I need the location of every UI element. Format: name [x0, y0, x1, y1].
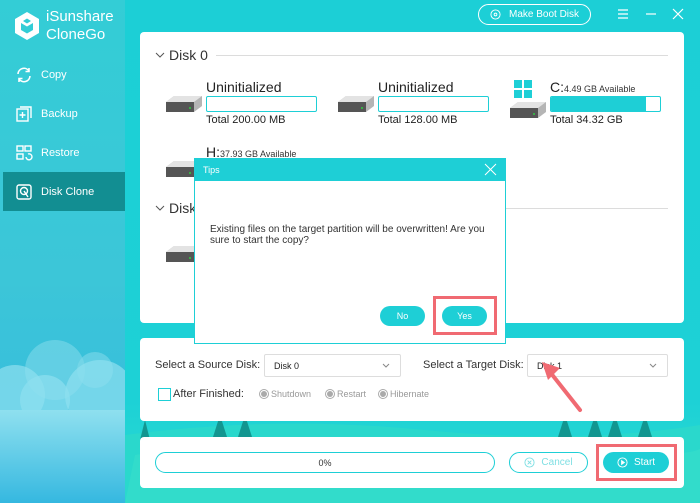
disc-icon: [490, 9, 501, 20]
partition-label: C:4.49 GB Available: [550, 79, 635, 95]
options-panel: [140, 338, 684, 421]
divider: [215, 54, 668, 56]
app-name: iSunshare CloneGo: [46, 8, 114, 44]
app-logo: iSunshare CloneGo: [14, 8, 114, 44]
radio-restart[interactable]: Restart: [325, 389, 366, 399]
copy-icon: [17, 67, 31, 82]
partition-total: Total 128.00 MB: [378, 114, 458, 126]
radio-label: Hibernate: [390, 389, 430, 399]
sidebar-nav: Copy Backup Restore Disk Clone: [0, 55, 125, 211]
radio-label: Restart: [337, 389, 367, 399]
radio-label: Shutdown: [271, 389, 312, 399]
partition-label: Uninitialized: [378, 79, 454, 95]
hard-drive-icon: [338, 96, 374, 112]
app-name-line2: CloneGo: [46, 26, 106, 43]
close-icon[interactable]: [484, 163, 497, 176]
partition-label: Uninitialized: [206, 79, 282, 95]
radio-circle-icon: [259, 389, 269, 399]
after-finished-label: After Finished:: [173, 388, 244, 400]
close-icon[interactable]: [670, 6, 686, 22]
clouds-decoration: [0, 340, 125, 503]
after-finished-checkbox[interactable]: [158, 388, 171, 401]
play-icon: [617, 457, 628, 468]
sidebar-item-label: Copy: [41, 68, 67, 81]
radio-circle-icon: [325, 389, 335, 399]
cancel-button[interactable]: Cancel: [509, 452, 588, 473]
hard-drive-icon: [166, 96, 202, 112]
logo-icon: [15, 12, 39, 40]
no-button[interactable]: No: [380, 306, 425, 326]
sidebar-item-restore[interactable]: Restore: [0, 133, 125, 172]
available-space: 4.49 GB Available: [564, 84, 636, 94]
chevron-down-icon: [382, 363, 390, 368]
target-disk-label: Select a Target Disk:: [423, 359, 524, 371]
sidebar-item-copy[interactable]: Copy: [0, 55, 125, 94]
progress-label: 0%: [318, 457, 332, 468]
windows-icon: [514, 80, 532, 98]
backup-icon: [16, 105, 32, 122]
sidebar-item-label: Disk Clone: [41, 185, 95, 198]
partition-total: Total 200.00 MB: [206, 114, 286, 126]
dialog-title: Tips: [203, 165, 220, 175]
target-disk-value: Disk 1: [537, 360, 563, 371]
make-boot-disk-label: Make Boot Disk: [508, 9, 580, 20]
make-boot-disk-button[interactable]: Make Boot Disk: [478, 4, 591, 25]
cancel-label: Cancel: [541, 457, 573, 468]
source-disk-value: Disk 0: [274, 360, 300, 371]
partition-usage-bar[interactable]: [206, 96, 317, 112]
dialog-titlebar: Tips: [195, 159, 505, 181]
yes-button[interactable]: Yes: [442, 306, 487, 326]
cancel-circle-icon: [524, 457, 535, 468]
sidebar-item-disk-clone[interactable]: Disk Clone: [3, 172, 125, 211]
usage-fill: [551, 97, 646, 111]
target-disk-select[interactable]: Disk 1: [527, 354, 668, 377]
disk-clone-icon: [16, 183, 32, 200]
radio-circle-icon: [378, 389, 388, 399]
disk-0-title: Disk 0: [169, 47, 208, 63]
sidebar-item-label: Backup: [41, 107, 78, 120]
start-button[interactable]: Start: [603, 452, 669, 473]
partition-usage-bar[interactable]: [550, 96, 661, 112]
start-label: Start: [633, 457, 656, 468]
partition-usage-bar[interactable]: [378, 96, 489, 112]
sidebar: iSunshare CloneGo Copy Backup Restore Di…: [0, 0, 125, 503]
hard-drive-icon: [510, 102, 546, 118]
minimize-icon[interactable]: [643, 6, 659, 22]
chevron-down-icon: [155, 205, 165, 211]
sidebar-item-backup[interactable]: Backup: [0, 94, 125, 133]
app-name-line1: iSunshare: [46, 8, 114, 25]
partition-total: Total 34.32 GB: [550, 114, 623, 126]
source-disk-label: Select a Source Disk:: [155, 359, 261, 371]
tips-dialog: Tips Existing files on the target partit…: [194, 158, 506, 344]
sidebar-item-label: Restore: [41, 146, 80, 159]
radio-shutdown[interactable]: Shutdown: [259, 389, 311, 399]
menu-icon[interactable]: [615, 6, 631, 22]
disk-0-header[interactable]: Disk 0: [155, 47, 668, 63]
restore-icon: [16, 144, 33, 160]
chevron-down-icon: [155, 52, 165, 58]
disk-1-title: Disk: [169, 200, 197, 216]
chevron-down-icon: [649, 363, 657, 368]
progress-bar: 0%: [155, 452, 495, 473]
drive-letter: C:: [550, 79, 564, 95]
source-disk-select[interactable]: Disk 0: [264, 354, 401, 377]
radio-hibernate[interactable]: Hibernate: [378, 389, 429, 399]
dialog-message: Existing files on the target partition w…: [210, 224, 485, 246]
